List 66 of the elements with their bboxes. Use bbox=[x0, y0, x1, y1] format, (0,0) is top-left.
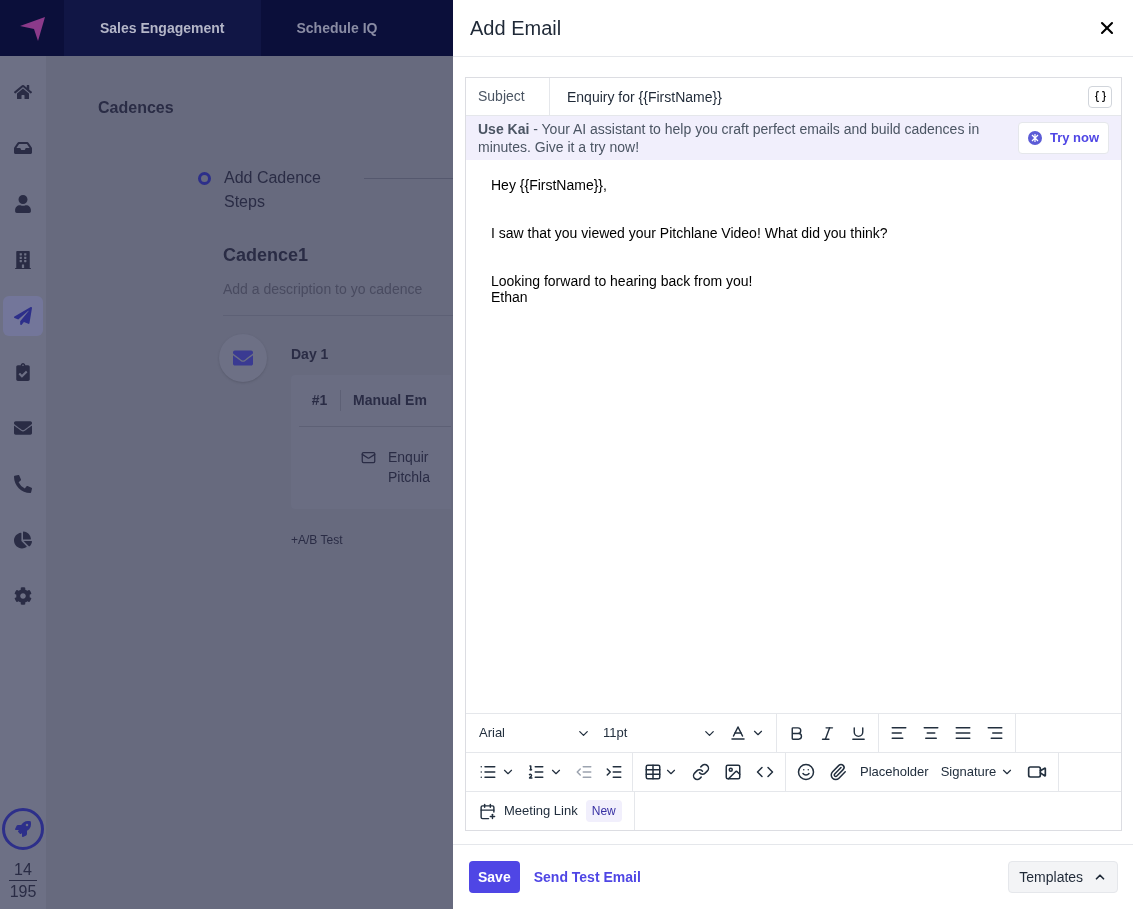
step-label: Add Cadence Steps bbox=[224, 168, 322, 212]
calendar-plus-icon bbox=[479, 802, 496, 820]
envelope-icon bbox=[14, 419, 32, 437]
subject-field[interactable]: Enquiry for {{FirstName}} bbox=[550, 78, 1089, 115]
link-icon bbox=[692, 763, 710, 781]
kai-banner-text: Use Kai - Your AI assistant to help you craft perfect emails and build cadences in minutes. Give it a try now! bbox=[478, 120, 981, 156]
user-icon bbox=[14, 195, 32, 213]
step-subject: Enquir bbox=[388, 448, 430, 467]
settings-icon bbox=[14, 587, 32, 605]
justify-icon bbox=[954, 724, 972, 742]
placeholder-button[interactable]: Placeholder bbox=[856, 762, 933, 782]
step-subject: Pitchla bbox=[388, 468, 431, 487]
kai-logo-icon bbox=[1028, 131, 1042, 145]
phone-icon bbox=[14, 475, 32, 493]
numbered-list-icon bbox=[527, 763, 545, 781]
page-title: Cadences bbox=[98, 98, 175, 118]
inbox-icon bbox=[14, 139, 32, 157]
pie-chart-icon bbox=[14, 531, 32, 549]
subject-label: Subject bbox=[466, 78, 550, 115]
counter-total: 195 bbox=[9, 882, 37, 902]
body-text: Ethan bbox=[491, 289, 529, 305]
nav-tab[interactable]: Schedule IQ bbox=[260, 0, 414, 56]
day-label: Day 1 bbox=[291, 345, 330, 364]
image-icon bbox=[724, 763, 742, 781]
envelope-icon bbox=[233, 348, 253, 368]
bullet-list-icon bbox=[479, 763, 497, 781]
body-text: Hey {{FirstName}}, bbox=[491, 177, 608, 193]
body-text: I saw that you viewed your Pitchlane Video! What did you think? bbox=[491, 225, 889, 241]
try-now-button[interactable]: Try now bbox=[1018, 122, 1110, 154]
logo-icon bbox=[18, 14, 46, 42]
braces-icon bbox=[1093, 90, 1107, 103]
cadence-name: Cadence1 bbox=[223, 244, 310, 267]
meeting-link-button[interactable]: Meeting Link New bbox=[466, 792, 635, 830]
email-body[interactable]: Hey {{FirstName}}, I saw that you viewed your Pitchlane Video! What did you think? Looking forward to hearing back from you! Ethan bbox=[466, 160, 1122, 713]
rocket-icon bbox=[15, 821, 31, 837]
variable-button[interactable] bbox=[1088, 85, 1113, 108]
sidebar-item[interactable] bbox=[3, 296, 43, 336]
indent-icon bbox=[605, 763, 623, 781]
new-badge: New bbox=[585, 800, 622, 822]
italic-icon bbox=[819, 724, 836, 742]
align-right-icon bbox=[986, 724, 1004, 742]
font-family-select[interactable]: Arial bbox=[474, 723, 596, 743]
step-type: Manual Em bbox=[353, 391, 427, 410]
save-button[interactable]: Save bbox=[469, 861, 520, 893]
step-number: #1 bbox=[299, 390, 341, 411]
envelope-icon bbox=[361, 450, 376, 465]
paper-plane-icon bbox=[14, 307, 32, 325]
align-center-icon bbox=[922, 724, 940, 742]
font-size-select[interactable]: 11pt bbox=[598, 723, 722, 743]
send-test-email-link[interactable]: Send Test Email bbox=[533, 866, 641, 888]
signature-select[interactable]: Signature bbox=[936, 762, 1019, 782]
underline-icon bbox=[850, 724, 867, 742]
home-icon bbox=[14, 83, 32, 101]
text-color-icon bbox=[729, 724, 747, 742]
counter-value: 14 bbox=[14, 860, 32, 880]
drawer-title: Add Email bbox=[470, 16, 562, 41]
body-text: Looking forward to hearing back from you! bbox=[491, 273, 754, 289]
paperclip-icon bbox=[829, 763, 847, 781]
outdent-icon bbox=[575, 763, 593, 781]
clipboard-check-icon bbox=[14, 363, 32, 381]
table-icon bbox=[644, 763, 662, 781]
templates-button[interactable]: Templates bbox=[1008, 861, 1119, 893]
nav-tab[interactable]: Sales Engagement bbox=[64, 0, 261, 56]
smiley-icon bbox=[797, 763, 815, 781]
building-icon bbox=[14, 251, 32, 269]
align-left-icon bbox=[890, 724, 908, 742]
